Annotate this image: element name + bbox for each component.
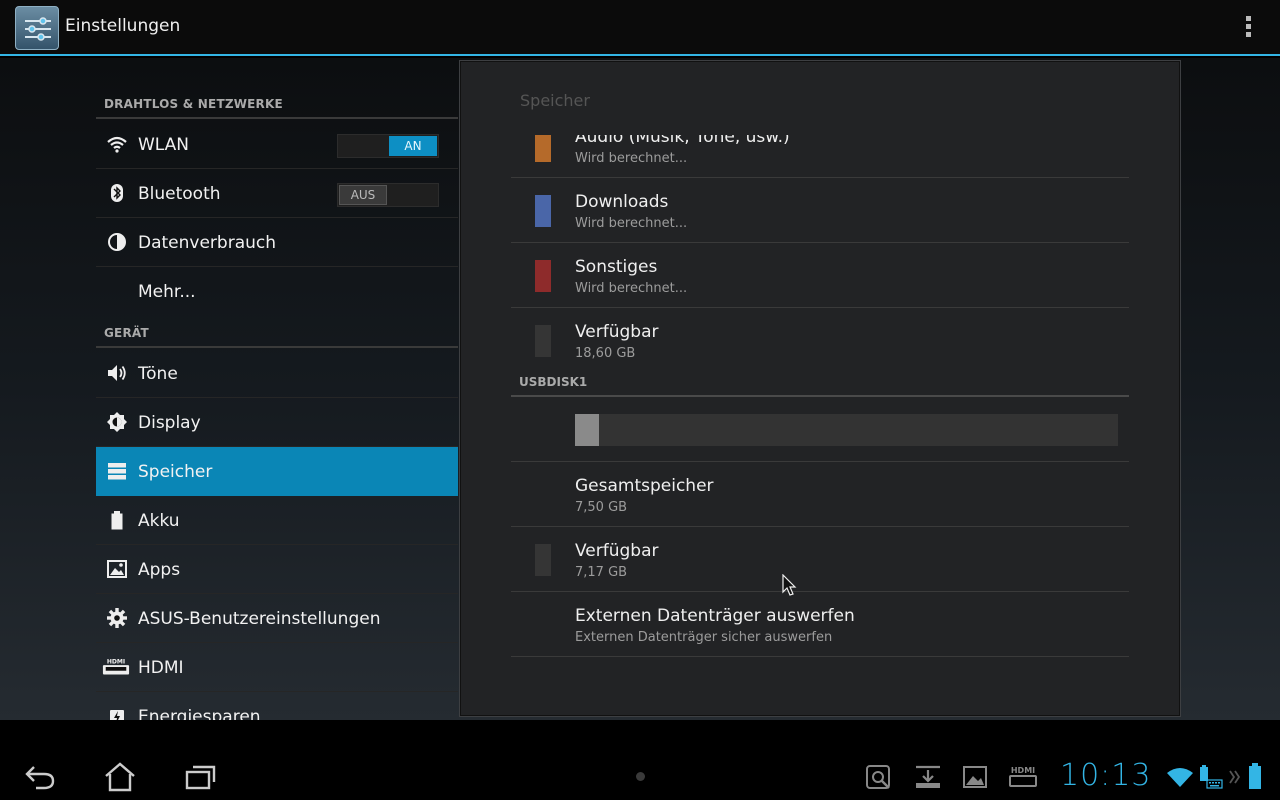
eject-button[interactable]: Externen Datenträger auswerfen Externen … bbox=[511, 592, 1129, 657]
storage-row-audio[interactable]: Audio (Musik, Töne, usw.) Wird berechnet… bbox=[511, 135, 1129, 178]
row-subtitle: Externen Datenträger sicher auswerfen bbox=[575, 630, 833, 645]
panel-title: Speicher bbox=[520, 91, 590, 110]
storage-row-sonstiges[interactable]: Sonstiges Wird berechnet... bbox=[511, 243, 1129, 308]
sidebar-item-speicher[interactable]: Speicher bbox=[96, 447, 458, 496]
data-usage-icon bbox=[108, 233, 126, 251]
storage-panel: Speicher Audio (Musik, Töne, usw.) Wird … bbox=[459, 60, 1181, 717]
usb-usage-bar bbox=[575, 414, 1118, 446]
sidebar-item-label: Display bbox=[138, 413, 201, 433]
storage-row-available[interactable]: Verfügbar 18,60 GB bbox=[511, 308, 1129, 373]
row-subtitle: Wird berechnet... bbox=[575, 216, 688, 231]
chevron-right-icon[interactable] bbox=[1228, 768, 1242, 786]
wlan-toggle[interactable]: AN bbox=[337, 134, 439, 158]
sidebar-item-label: Energiesparen bbox=[138, 707, 261, 720]
color-swatch bbox=[535, 195, 551, 227]
storage-row-downloads[interactable]: Downloads Wird berechnet... bbox=[511, 178, 1129, 243]
sidebar-item-label: Datenverbrauch bbox=[138, 233, 277, 253]
sidebar-item-label: Bluetooth bbox=[138, 184, 221, 204]
sidebar-item-asus[interactable]: ASUS-Benutzereinstellungen bbox=[96, 594, 458, 643]
svg-text:HDMI: HDMI bbox=[107, 658, 125, 665]
overflow-menu-icon[interactable] bbox=[1236, 14, 1260, 42]
content-area: DRAHTLOS & NETZWERKE WLAN AN Bluetooth A… bbox=[0, 58, 1280, 720]
color-swatch bbox=[535, 260, 551, 292]
sidebar-item-label: Akku bbox=[138, 511, 180, 531]
sidebar-item-label: Mehr... bbox=[138, 282, 196, 302]
back-icon[interactable] bbox=[24, 764, 56, 790]
clock[interactable]: 10:13 bbox=[1060, 758, 1151, 793]
page-indicator bbox=[636, 772, 645, 781]
settings-headers-list: DRAHTLOS & NETZWERKE WLAN AN Bluetooth A… bbox=[96, 58, 458, 720]
usb-usage-fill bbox=[575, 414, 599, 446]
category-usbdisk: USBDISK1 bbox=[519, 375, 588, 389]
sidebar-item-label: Speicher bbox=[138, 462, 213, 482]
recent-apps-icon[interactable] bbox=[185, 764, 217, 790]
brightness-icon bbox=[107, 412, 127, 432]
sidebar-item-label: HDMI bbox=[138, 658, 184, 678]
row-title: Externen Datenträger auswerfen bbox=[575, 606, 855, 626]
apps-icon bbox=[107, 560, 127, 578]
gear-icon bbox=[107, 608, 127, 628]
app-title: Einstellungen bbox=[65, 16, 181, 36]
storage-row-usb-available[interactable]: Verfügbar 7,17 GB bbox=[511, 527, 1129, 592]
settings-app-icon[interactable] bbox=[15, 6, 59, 50]
row-subtitle: Wird berechnet... bbox=[575, 281, 688, 296]
sidebar-item-akku[interactable]: Akku bbox=[96, 496, 458, 545]
hdmi-status-icon[interactable]: HDMI bbox=[1008, 764, 1038, 790]
sidebar-item-label: ASUS-Benutzereinstellungen bbox=[138, 609, 381, 629]
gallery-icon[interactable] bbox=[962, 764, 988, 790]
battery-status-icon[interactable] bbox=[1246, 762, 1264, 790]
storage-row-total[interactable]: Gesamtspeicher 7,50 GB bbox=[511, 462, 1129, 527]
sidebar-item-bluetooth[interactable]: Bluetooth AUS bbox=[96, 169, 458, 218]
sidebar-item-toene[interactable]: Töne bbox=[96, 349, 458, 398]
keyboard-battery-icon[interactable] bbox=[1198, 764, 1224, 790]
toggle-state: AUS bbox=[339, 185, 387, 205]
category-wireless: DRAHTLOS & NETZWERKE bbox=[104, 97, 283, 111]
sidebar-item-wlan[interactable]: WLAN AN bbox=[96, 120, 458, 169]
bluetooth-toggle[interactable]: AUS bbox=[337, 183, 439, 207]
wifi-status-icon[interactable] bbox=[1166, 766, 1194, 788]
row-title: Gesamtspeicher bbox=[575, 476, 714, 496]
battery-icon bbox=[111, 511, 123, 530]
sidebar-item-mehr[interactable]: Mehr... bbox=[96, 267, 458, 316]
mouse-cursor-icon bbox=[782, 574, 797, 596]
sidebar-item-display[interactable]: Display bbox=[96, 398, 458, 447]
bluetooth-icon bbox=[111, 184, 123, 202]
color-swatch bbox=[535, 135, 551, 162]
divider bbox=[96, 346, 458, 348]
row-title: Audio (Musik, Töne, usw.) bbox=[575, 135, 790, 147]
system-bar: HDMI 10:13 bbox=[0, 720, 1280, 800]
download-icon[interactable] bbox=[914, 764, 942, 790]
toggle-state: AN bbox=[389, 136, 437, 156]
usb-usage-row bbox=[511, 397, 1129, 462]
category-device: GERÄT bbox=[104, 326, 149, 340]
storage-icon bbox=[108, 463, 126, 480]
color-swatch bbox=[535, 544, 551, 576]
row-title: Downloads bbox=[575, 192, 669, 212]
home-icon[interactable] bbox=[104, 762, 136, 792]
sidebar-item-label: WLAN bbox=[138, 135, 190, 155]
row-title: Verfügbar bbox=[575, 322, 659, 342]
speaker-icon bbox=[108, 365, 126, 381]
sidebar-item-energiesparen[interactable]: Energiesparen bbox=[96, 692, 458, 720]
hdmi-icon: HDMI bbox=[102, 658, 130, 675]
row-title: Verfügbar bbox=[575, 541, 659, 561]
row-subtitle: 7,50 GB bbox=[575, 500, 628, 515]
row-subtitle: 7,17 GB bbox=[575, 565, 628, 580]
screenshot-icon[interactable] bbox=[865, 764, 893, 790]
sidebar-item-hdmi[interactable]: HDMI HDMI bbox=[96, 643, 458, 692]
row-title: Sonstiges bbox=[575, 257, 658, 277]
storage-list[interactable]: Audio (Musik, Töne, usw.) Wird berechnet… bbox=[511, 135, 1129, 716]
color-swatch bbox=[535, 325, 551, 357]
sidebar-item-apps[interactable]: Apps bbox=[96, 545, 458, 594]
row-subtitle: Wird berechnet... bbox=[575, 151, 688, 166]
sidebar-item-label: Töne bbox=[138, 364, 178, 384]
power-saving-icon bbox=[110, 710, 124, 720]
wifi-icon bbox=[107, 136, 127, 153]
row-subtitle: 18,60 GB bbox=[575, 346, 636, 361]
sidebar-item-datenverbrauch[interactable]: Datenverbrauch bbox=[96, 218, 458, 267]
action-bar: Einstellungen bbox=[0, 0, 1280, 56]
divider bbox=[96, 117, 458, 119]
svg-text:HDMI: HDMI bbox=[1011, 766, 1035, 775]
sidebar-item-label: Apps bbox=[138, 560, 181, 580]
